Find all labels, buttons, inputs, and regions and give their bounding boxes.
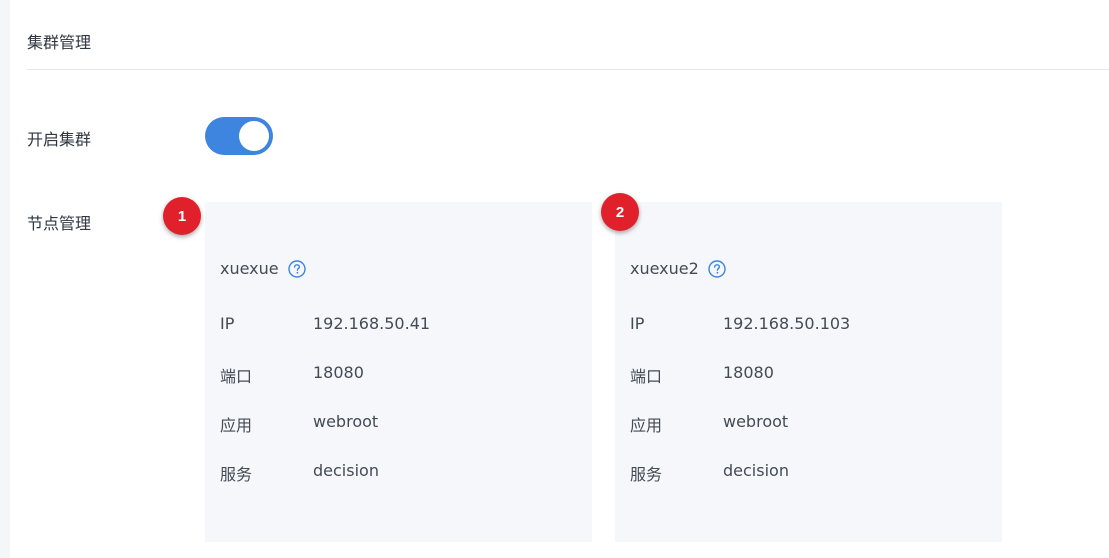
app-label: 应用 [630, 416, 663, 435]
node-name-row: xuexue [220, 259, 306, 278]
service-value: decision [313, 461, 379, 480]
port-label: 端口 [630, 367, 663, 386]
app-label: 应用 [220, 416, 253, 435]
question-circle-icon[interactable] [287, 259, 306, 278]
page-title: 集群管理 [27, 33, 92, 52]
ip-label: IP [220, 314, 235, 333]
node-name-row: xuexue2 [630, 259, 726, 278]
service-label: 服务 [630, 465, 663, 484]
ip-label: IP [630, 314, 645, 333]
app-value: webroot [313, 412, 379, 431]
ip-value: 192.168.50.41 [313, 314, 431, 333]
ip-value: 192.168.50.103 [723, 314, 851, 333]
node-card-2: xuexue2 IP 192.168.50.103 端口 18080 应用 we… [615, 202, 1002, 542]
service-value: decision [723, 461, 789, 480]
enable-cluster-label: 开启集群 [27, 130, 92, 149]
annotation-badge-1: 1 [163, 197, 201, 235]
port-label: 端口 [220, 367, 253, 386]
enable-cluster-toggle[interactable] [205, 117, 273, 155]
service-label: 服务 [220, 465, 253, 484]
node-management-label: 节点管理 [27, 214, 92, 233]
node-name: xuexue2 [630, 259, 699, 278]
annotation-badge-2: 2 [601, 193, 639, 231]
port-value: 18080 [723, 363, 774, 382]
toggle-knob [239, 121, 269, 151]
left-edge-strip [0, 0, 10, 558]
node-name: xuexue [220, 259, 279, 278]
title-divider [27, 69, 1109, 70]
app-value: webroot [723, 412, 789, 431]
question-circle-icon[interactable] [708, 259, 726, 278]
port-value: 18080 [313, 363, 364, 382]
node-card-1: xuexue IP 192.168.50.41 端口 18080 应用 webr… [205, 202, 592, 542]
